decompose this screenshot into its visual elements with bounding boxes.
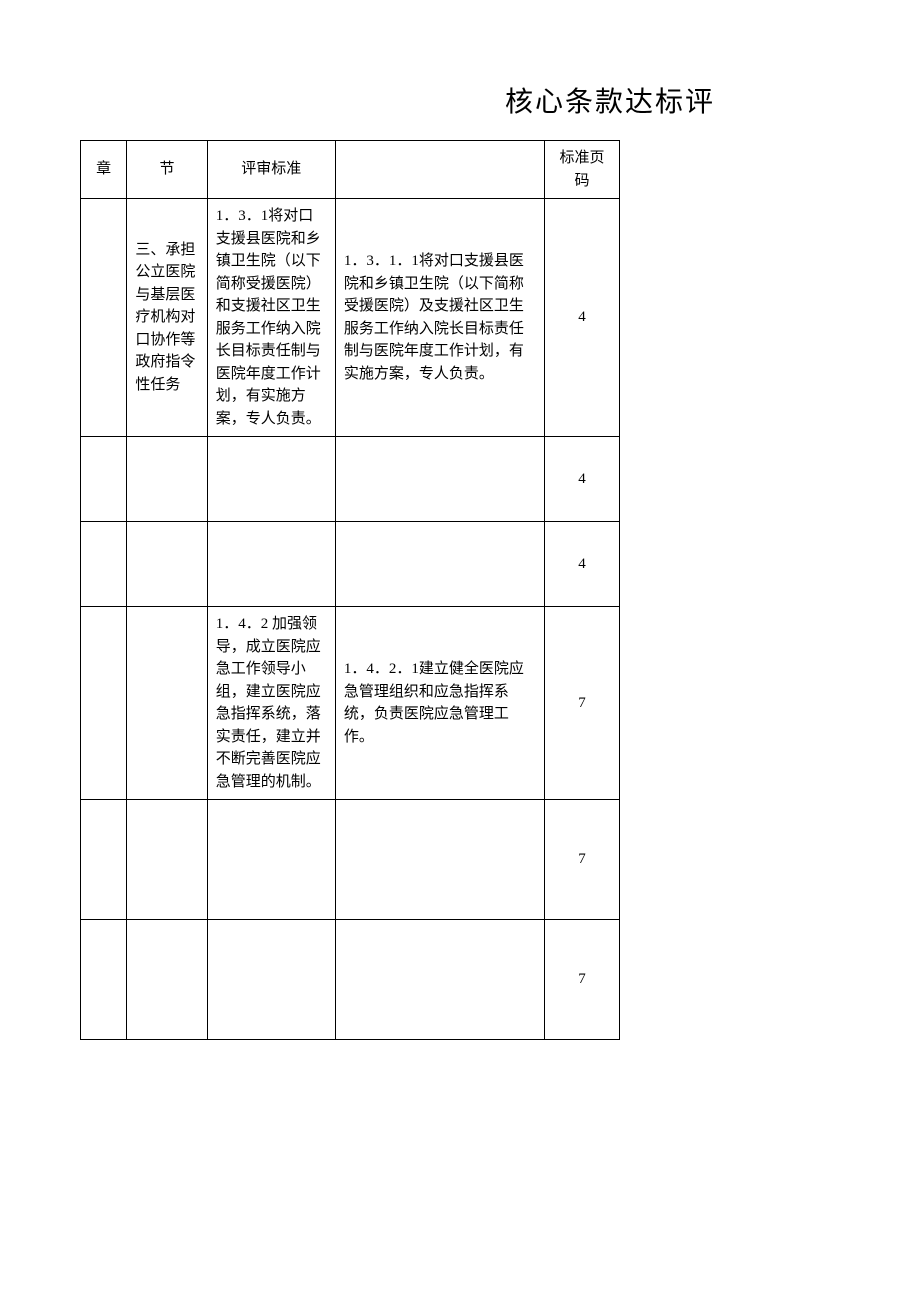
page-title: 核心条款达标评 (340, 80, 880, 120)
standards-table: 章 节 评审标准 标准页码 三、承担公立医院与基层医疗机构对口协作等政府指令性任… (80, 140, 620, 1040)
cell-standard (207, 920, 335, 1040)
cell-section (127, 800, 207, 920)
cell-standard: 1．3．1将对口支援县医院和乡镇卫生院（以下简称受援医院）和支援社区卫生服务工作… (207, 199, 335, 437)
cell-detail: 1．4．2．1建立健全医院应急管理组织和应急指挥系统，负责医院应急管理工作。 (335, 607, 544, 800)
cell-standard (207, 800, 335, 920)
cell-section: 三、承担公立医院与基层医疗机构对口协作等政府指令性任务 (127, 199, 207, 437)
table-row: 4 (81, 437, 620, 522)
table-row: 4 (81, 522, 620, 607)
table-row: 7 (81, 920, 620, 1040)
cell-section (127, 437, 207, 522)
header-page: 标准页码 (545, 141, 620, 199)
cell-detail (335, 920, 544, 1040)
header-detail (335, 141, 544, 199)
cell-page: 7 (545, 800, 620, 920)
cell-page: 4 (545, 522, 620, 607)
table-row: 三、承担公立医院与基层医疗机构对口协作等政府指令性任务 1．3．1将对口支援县医… (81, 199, 620, 437)
cell-chapter (81, 437, 127, 522)
table-row: 1．4．2 加强领导，成立医院应急工作领导小组，建立医院应急指挥系统，落实责任，… (81, 607, 620, 800)
cell-detail (335, 522, 544, 607)
cell-section (127, 522, 207, 607)
header-section: 节 (127, 141, 207, 199)
cell-page: 4 (545, 437, 620, 522)
cell-standard: 1．4．2 加强领导，成立医院应急工作领导小组，建立医院应急指挥系统，落实责任，… (207, 607, 335, 800)
cell-section (127, 607, 207, 800)
table-header-row: 章 节 评审标准 标准页码 (81, 141, 620, 199)
cell-page: 7 (545, 920, 620, 1040)
cell-detail (335, 437, 544, 522)
cell-standard (207, 522, 335, 607)
cell-standard (207, 437, 335, 522)
cell-chapter (81, 522, 127, 607)
table-row: 7 (81, 800, 620, 920)
cell-page: 7 (545, 607, 620, 800)
cell-chapter (81, 607, 127, 800)
cell-chapter (81, 920, 127, 1040)
cell-page: 4 (545, 199, 620, 437)
header-standard: 评审标准 (207, 141, 335, 199)
cell-detail (335, 800, 544, 920)
cell-chapter (81, 199, 127, 437)
cell-section (127, 920, 207, 1040)
cell-chapter (81, 800, 127, 920)
cell-detail: 1．3．1．1将对口支援县医院和乡镇卫生院（以下简称受援医院）及支援社区卫生服务… (335, 199, 544, 437)
header-chapter: 章 (81, 141, 127, 199)
